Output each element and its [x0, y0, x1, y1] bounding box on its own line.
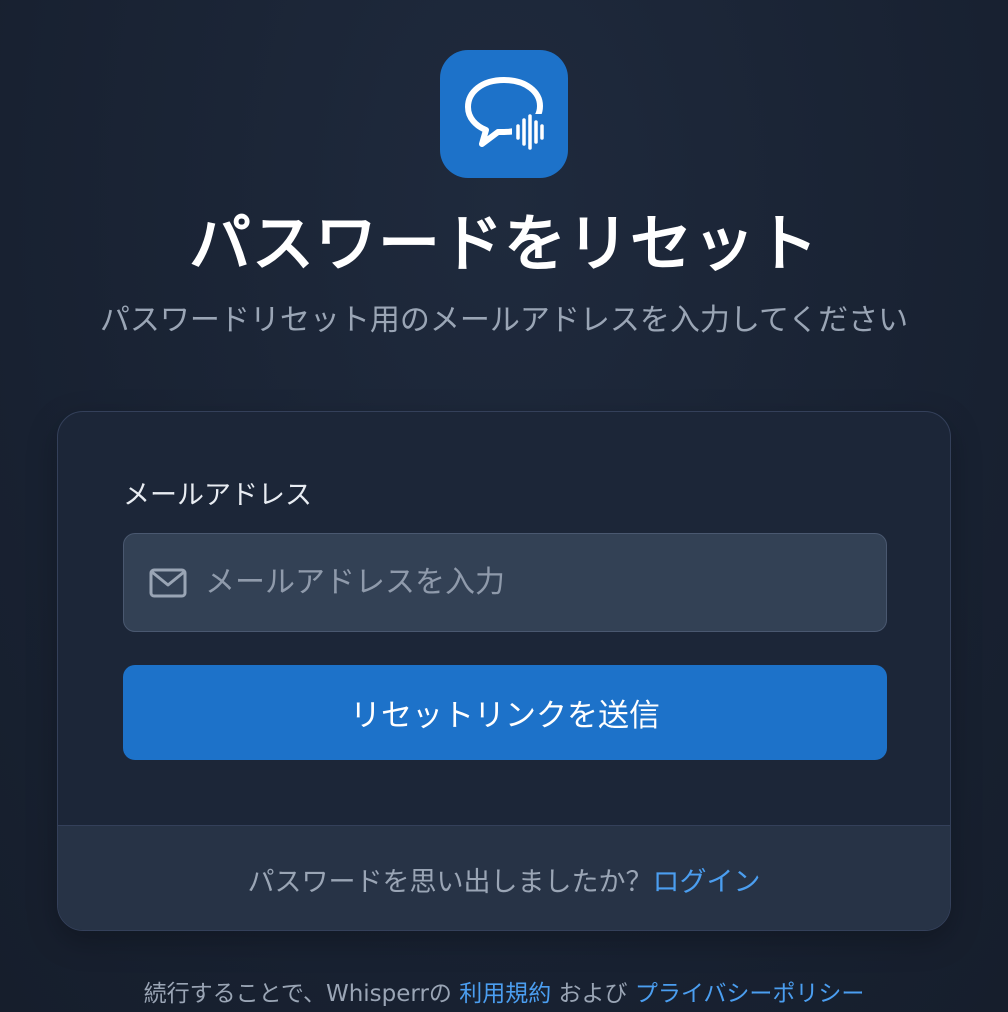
privacy-policy-link[interactable]: プライバシーポリシー: [635, 981, 865, 1007]
email-input[interactable]: [187, 534, 886, 631]
legal-and: および: [558, 981, 628, 1007]
card-footer: パスワードを思い出しましたか？ ログイン: [58, 825, 950, 930]
remember-password-prompt: パスワードを思い出しましたか？: [247, 866, 653, 898]
reset-card: メールアドレス リセットリンクを送信 パスワードを思い出しましたか？ ログイン: [57, 411, 951, 931]
page-title: パスワードをリセット: [188, 207, 819, 280]
email-field[interactable]: [123, 533, 887, 632]
send-reset-link-button[interactable]: リセットリンクを送信: [123, 665, 887, 760]
terms-link[interactable]: 利用規約: [459, 981, 551, 1007]
app-logo: [440, 50, 568, 178]
legal-notice: 続行することで、Whisperrの 利用規約 および プライバシーポリシー: [0, 976, 1008, 1012]
page-subtitle: パスワードリセット用のメールアドレスを入力してください: [99, 303, 909, 338]
email-label: メールアドレス: [123, 480, 312, 511]
mail-icon: [149, 568, 187, 598]
chat-bubble-soundwave-icon: [465, 77, 550, 154]
login-link[interactable]: ログイン: [653, 860, 761, 899]
legal-prefix: 続行することで、Whisperrの: [143, 981, 452, 1007]
